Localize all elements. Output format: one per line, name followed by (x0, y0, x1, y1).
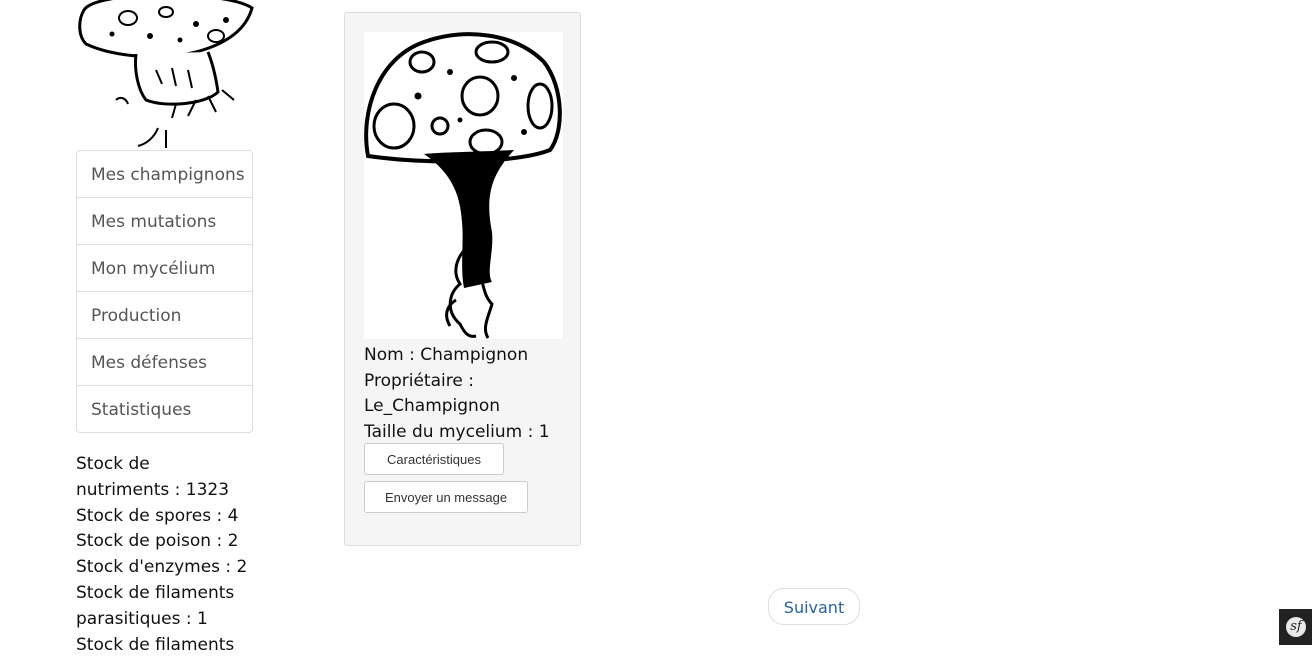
logo (76, 0, 254, 150)
stock-nutriments: nutriments : 1323 (76, 479, 230, 500)
nav-item-mes-mutations[interactable]: Mes mutations (77, 198, 252, 245)
characteristics-button[interactable]: Caractéristiques (364, 443, 504, 475)
nav-item-statistiques[interactable]: Statistiques (77, 386, 252, 432)
mushroom-image (364, 32, 563, 339)
mushroom-illustration-icon (78, 0, 254, 148)
stock-enzymes: Stock d'enzymes : 2 (76, 557, 248, 578)
sidebar-nav: Mes champignons Mes mutations Mon mycéli… (76, 150, 253, 433)
nav-item-mon-mycelium[interactable]: Mon mycélium (77, 245, 252, 292)
mushroom-owner-value: Le_Champignon (364, 396, 501, 416)
stock-spores: Stock de spores : 4 (76, 505, 239, 526)
debug-toolbar[interactable]: sf (1279, 609, 1312, 645)
next-page-button[interactable]: Suivant (768, 588, 860, 625)
mushroom-info: Nom : Champignon Propriétaire : Le_Champ… (364, 343, 569, 445)
stock-line: Stock de (76, 454, 150, 474)
stock-list: Stock de nutriments : 1323 Stock de spor… (76, 452, 266, 658)
nav-item-mes-defenses[interactable]: Mes défenses (77, 339, 252, 386)
mushroom-card: Nom : Champignon Propriétaire : Le_Champ… (344, 12, 581, 546)
send-message-button[interactable]: Envoyer un message (364, 481, 528, 513)
mushroom-drawing-icon (364, 32, 562, 339)
stock-filaments-parasitiques: parasitiques : 1 (76, 608, 208, 629)
mushroom-name: Nom : Champignon (364, 345, 529, 365)
mushroom-owner-label: Propriétaire : (364, 370, 474, 391)
symfony-icon: sf (1286, 617, 1306, 637)
stock-line: Stock de filaments (76, 634, 235, 655)
mushroom-mycelium-size: Taille du mycelium : 1 (364, 421, 550, 442)
nav-item-production[interactable]: Production (77, 292, 252, 339)
stock-poison: Stock de poison : 2 (76, 531, 239, 552)
stock-line: Stock de filaments (76, 582, 235, 603)
nav-item-mes-champignons[interactable]: Mes champignons (77, 151, 252, 198)
